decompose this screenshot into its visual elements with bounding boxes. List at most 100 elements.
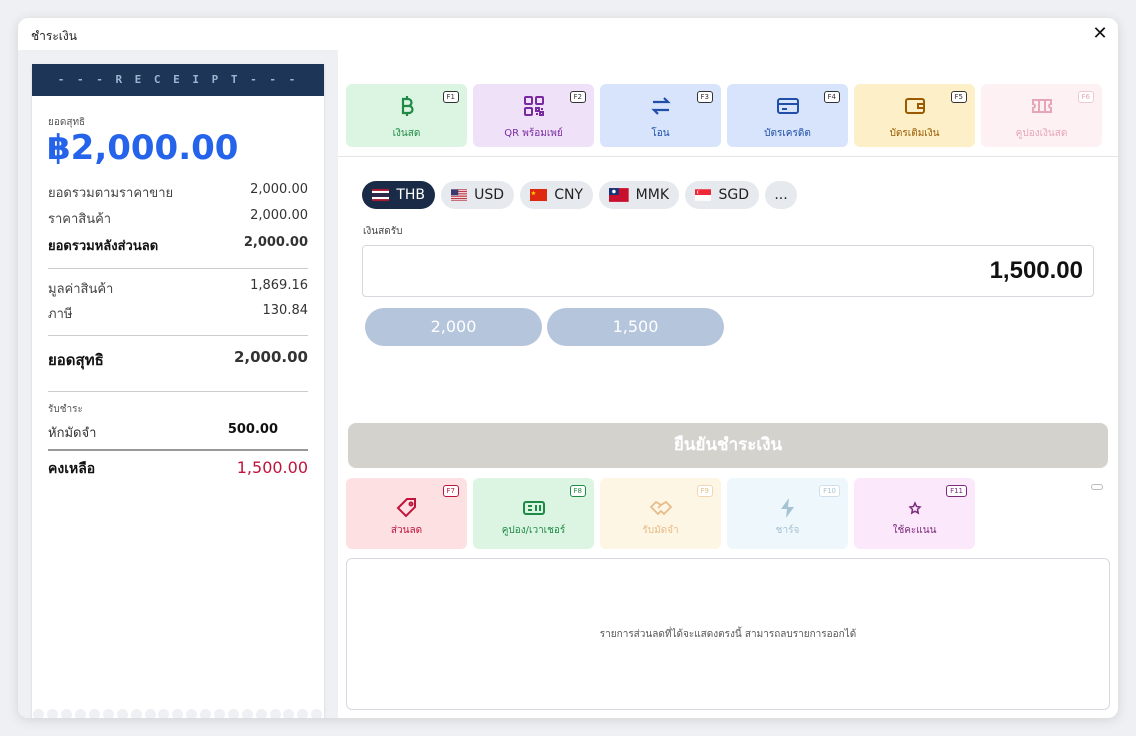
collapse-toggle[interactable]: [1091, 484, 1103, 490]
divider: [338, 156, 1118, 157]
action-label: ชาร์จ: [775, 525, 800, 536]
deposit-value: 500.00: [227, 422, 278, 437]
receipt-net-row: ยอดสุทธิ 2,000.00: [48, 348, 308, 372]
myanmar-flag-icon: [609, 188, 629, 202]
quick-amount-button[interactable]: 1,500: [547, 308, 724, 346]
qr-icon: [523, 96, 544, 116]
row-value: 2,000.00: [250, 208, 308, 223]
fkey-badge: F8: [569, 485, 586, 497]
confirm-payment-button[interactable]: ยืนยันชำระเงิน: [348, 423, 1108, 468]
tab-stored-value[interactable]: F5 บัตรเติมเงิน: [854, 84, 975, 147]
fkey-badge: F9: [696, 485, 713, 497]
discount-list: รายการส่วนลดที่ได้จะแสดงตรงนี้ สามารถลบร…: [346, 558, 1110, 710]
fkey-badge: F6: [1077, 91, 1094, 103]
modal-title: ชำระเงิน: [31, 29, 77, 43]
row-value: 2,000.00: [250, 182, 308, 197]
ticket-icon: [1031, 99, 1052, 113]
divider: [48, 268, 308, 269]
tab-qr[interactable]: F2 QR พร้อมเพย์: [473, 84, 594, 147]
fkey-badge: F3: [696, 91, 713, 103]
currency-code: THB: [396, 187, 425, 203]
handshake-icon: [649, 500, 672, 516]
china-flag-icon: [530, 188, 548, 202]
remain-row: คงเหลือ 1,500.00: [48, 458, 308, 480]
singapore-flag-icon: [695, 189, 712, 201]
fkey-badge: F7: [442, 485, 459, 497]
row-value: 1,869.16: [250, 278, 308, 293]
voucher-icon: [522, 501, 545, 515]
star-icon: [907, 501, 922, 515]
row-value: 130.84: [262, 303, 309, 318]
fkey-badge: F4: [823, 91, 840, 103]
row-label: ยอดสุทธิ: [48, 351, 104, 369]
row-label: ยอดรวมตามราคาขาย: [48, 186, 174, 201]
voucher-button[interactable]: F8 คูปอง/เวาเชอร์: [473, 478, 594, 549]
receipt-row: ภาษี 130.84: [48, 303, 308, 324]
more-currencies-button[interactable]: ...: [765, 181, 797, 209]
currency-thb[interactable]: THB: [362, 181, 435, 209]
currency-cny[interactable]: CNY: [520, 181, 593, 209]
currency-code: ...: [774, 187, 788, 203]
tab-credit-card[interactable]: F4 บัตรเครดิต: [727, 84, 848, 147]
payment-modal: ชำระเงิน ✕ - - - R E C E I P T - - - ยอด…: [18, 18, 1118, 718]
row-label: มูลค่าสินค้า: [48, 282, 114, 297]
currency-code: CNY: [554, 187, 583, 203]
baht-icon: [401, 96, 414, 116]
credit-card-icon: [776, 98, 799, 114]
fkey-badge: F1: [442, 91, 459, 103]
currency-code: MMK: [635, 187, 669, 203]
use-points-button[interactable]: F11 ใช้คะแนน: [854, 478, 975, 549]
tab-label: บัตรเครดิต: [764, 128, 811, 139]
action-label: รับมัดจำ: [642, 525, 679, 536]
tab-cash-coupon[interactable]: F6 คูปองเงินสด: [981, 84, 1102, 147]
row-value: 2,000.00: [243, 235, 308, 250]
receipt-row: ยอดรวมตามราคาขาย 2,000.00: [48, 182, 308, 203]
fkey-badge: F10: [819, 485, 840, 497]
currency-code: USD: [474, 187, 504, 203]
pay-label: รับชำระ: [48, 404, 83, 415]
remain-label: คงเหลือ: [48, 461, 96, 477]
deposit-label: หักมัดจำ: [48, 426, 97, 441]
row-label: ยอดรวมหลังส่วนลด: [48, 239, 159, 254]
row-label: ราคาสินค้า: [48, 212, 112, 227]
charge-button[interactable]: F10 ชาร์จ: [727, 478, 848, 549]
close-button[interactable]: ✕: [1090, 24, 1110, 44]
receipt-header: - - - R E C E I P T - - -: [32, 64, 324, 96]
receipt-panel: - - - R E C E I P T - - - ยอดสุทธิ ฿2,00…: [18, 50, 338, 718]
quick-amount-button[interactable]: 2,000: [365, 308, 542, 346]
row-value: 2,000.00: [233, 348, 308, 366]
action-label: คูปอง/เวาเชอร์: [501, 525, 566, 536]
tab-label: เงินสด: [392, 128, 421, 139]
lightning-icon: [780, 498, 794, 518]
discount-empty-message: รายการส่วนลดที่ได้จะแสดงตรงนี้ สามารถลบร…: [599, 629, 857, 640]
currency-usd[interactable]: USD: [441, 181, 514, 209]
tag-icon: [396, 498, 416, 518]
deposit-button[interactable]: F9 รับมัดจำ: [600, 478, 721, 549]
wallet-icon: [904, 98, 925, 114]
action-label: ใช้คะแนน: [892, 525, 937, 536]
currency-code: SGD: [718, 187, 749, 203]
receipt-row: ยอดรวมหลังส่วนลด 2,000.00: [48, 235, 308, 256]
remain-value: 1,500.00: [236, 458, 308, 477]
receipt-row: มูลค่าสินค้า 1,869.16: [48, 278, 308, 299]
transfer-icon: [650, 97, 671, 115]
deposit-row: หักมัดจำ 500.00: [48, 422, 278, 443]
divider: [48, 449, 308, 451]
divider: [48, 335, 308, 336]
receipt-edge: [32, 708, 324, 718]
tab-cash[interactable]: F1 เงินสด: [346, 84, 467, 147]
divider: [48, 391, 308, 392]
receipt-row: ราคาสินค้า 2,000.00: [48, 208, 308, 229]
row-label: ภาษี: [48, 307, 73, 322]
currency-mmk[interactable]: MMK: [599, 181, 679, 209]
action-label: ส่วนลด: [390, 525, 423, 536]
cash-received-label: เงินสดรับ: [363, 226, 403, 237]
fkey-badge: F11: [946, 485, 967, 497]
receipt: - - - R E C E I P T - - - ยอดสุทธิ ฿2,00…: [32, 64, 324, 718]
net-amount: ฿2,000.00: [47, 128, 239, 168]
currency-sgd[interactable]: SGD: [685, 181, 759, 209]
fkey-badge: F2: [569, 91, 586, 103]
tab-transfer[interactable]: F3 โอน: [600, 84, 721, 147]
discount-button[interactable]: F7 ส่วนลด: [346, 478, 467, 549]
cash-received-input[interactable]: [362, 245, 1094, 297]
